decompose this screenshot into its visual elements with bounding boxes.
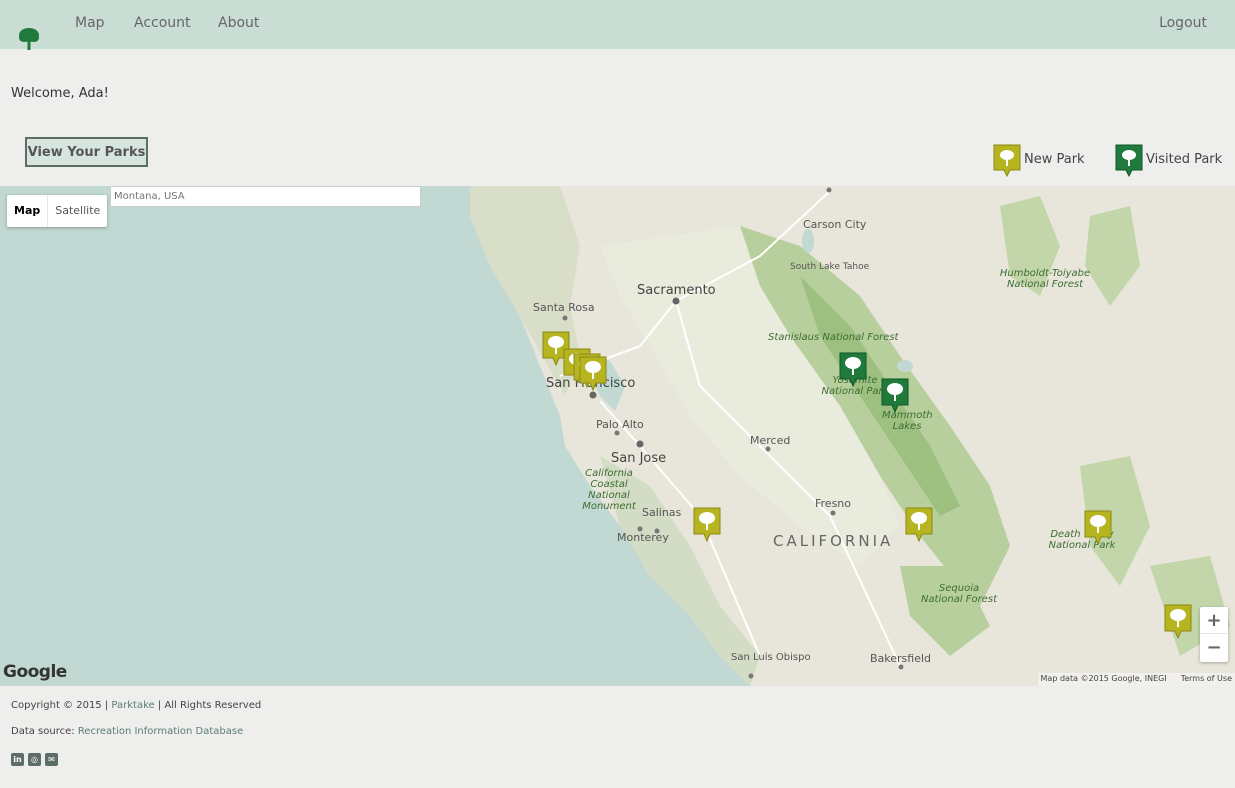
new-park-marker-icon (993, 144, 1021, 178)
google-logo[interactable]: Google (3, 662, 67, 682)
new-park-marker[interactable] (1084, 510, 1112, 546)
linkedin-icon[interactable]: in (11, 753, 24, 766)
nav-link-account[interactable]: Account (134, 15, 191, 31)
social-links: in ◎ ✉ (11, 753, 58, 766)
zoom-control: + − (1200, 607, 1228, 662)
navbar: Map Account About Logout (0, 0, 1235, 52)
legend-new-label: New Park (1024, 151, 1085, 167)
map-label-california: CALIFORNIA (773, 532, 894, 550)
map-canvas[interactable]: Carson City South Lake Tahoe Sacramento … (0, 186, 1235, 686)
new-park-marker[interactable] (905, 507, 933, 543)
map-type-satellite-button[interactable]: Satellite (48, 195, 107, 227)
new-park-marker[interactable] (579, 356, 607, 392)
nav-link-about[interactable]: About (218, 15, 259, 31)
map-type-control: Map Satellite (7, 195, 108, 227)
map-label-ca-coastal-nm: California Coastal National Monument (582, 468, 636, 512)
ridb-link[interactable]: Recreation Information Database (78, 726, 243, 737)
footer-data-source: Data source: Recreation Information Data… (11, 726, 243, 737)
visited-park-marker-icon (1115, 144, 1143, 178)
zoom-out-button[interactable]: − (1200, 634, 1228, 661)
legend-visited-label: Visited Park (1146, 151, 1223, 167)
map-label-salinas: Salinas (642, 506, 682, 519)
map-label-merced: Merced (750, 434, 791, 447)
map-label-palo-alto: Palo Alto (596, 418, 644, 431)
copyright-suffix: | All Rights Reserved (154, 700, 262, 711)
map-type-map-button[interactable]: Map (7, 195, 49, 227)
view-parks-button[interactable]: View Your Parks (25, 137, 148, 167)
terms-of-use-link[interactable]: Terms of Use (1181, 674, 1232, 685)
location-search-input[interactable] (110, 186, 421, 207)
zoom-in-button[interactable]: + (1200, 607, 1228, 634)
map-label-stanislaus-nf: Stanislaus National Forest (768, 332, 899, 343)
map-label-santa-rosa: Santa Rosa (533, 301, 595, 314)
map-label-san-luis-obispo: San Luis Obispo (731, 652, 811, 663)
map-label-fresno: Fresno (815, 497, 852, 510)
map-label-humboldt-toiyabe-nf: Humboldt-Toiyabe National Forest (999, 268, 1091, 290)
map-label-san-jose: San Jose (611, 451, 667, 466)
copyright-prefix: Copyright © 2015 | (11, 700, 112, 711)
new-park-marker[interactable] (693, 507, 721, 543)
visited-park-marker[interactable] (881, 378, 909, 414)
parktake-link[interactable]: Parktake (111, 700, 154, 711)
visited-park-marker[interactable] (839, 352, 867, 388)
google-logo-text: Google (3, 662, 67, 682)
legend-new-park: New Park (993, 144, 1085, 178)
map-label-sequoia-nf: Sequoia National Forest (920, 583, 998, 605)
map-label-sacramento: Sacramento (637, 283, 716, 298)
github-icon[interactable]: ◎ (28, 753, 41, 766)
welcome-message: Welcome, Ada! (11, 86, 109, 101)
new-park-marker[interactable] (1164, 604, 1192, 640)
nav-link-map[interactable]: Map (75, 15, 105, 31)
envelope-icon[interactable]: ✉ (45, 753, 58, 766)
footer-copyright: Copyright © 2015 | Parktake | All Rights… (11, 700, 261, 711)
tree-logo-icon[interactable] (16, 26, 42, 52)
map-data-credit: Map data ©2015 Google, INEGI (1040, 674, 1167, 683)
map-terrain (470, 186, 1235, 686)
map-label-bakersfield: Bakersfield (870, 652, 932, 665)
map-label-carson-city: Carson City (803, 218, 867, 231)
map-label-south-lake-tahoe: South Lake Tahoe (790, 262, 870, 272)
data-source-prefix: Data source: (11, 726, 78, 737)
logout-link[interactable]: Logout (1159, 15, 1207, 31)
legend-visited-park: Visited Park (1115, 144, 1222, 178)
map-label-monterey: Monterey (617, 531, 669, 544)
map-attribution: Map data ©2015 Google, INEGI Terms of Us… (1037, 673, 1235, 686)
